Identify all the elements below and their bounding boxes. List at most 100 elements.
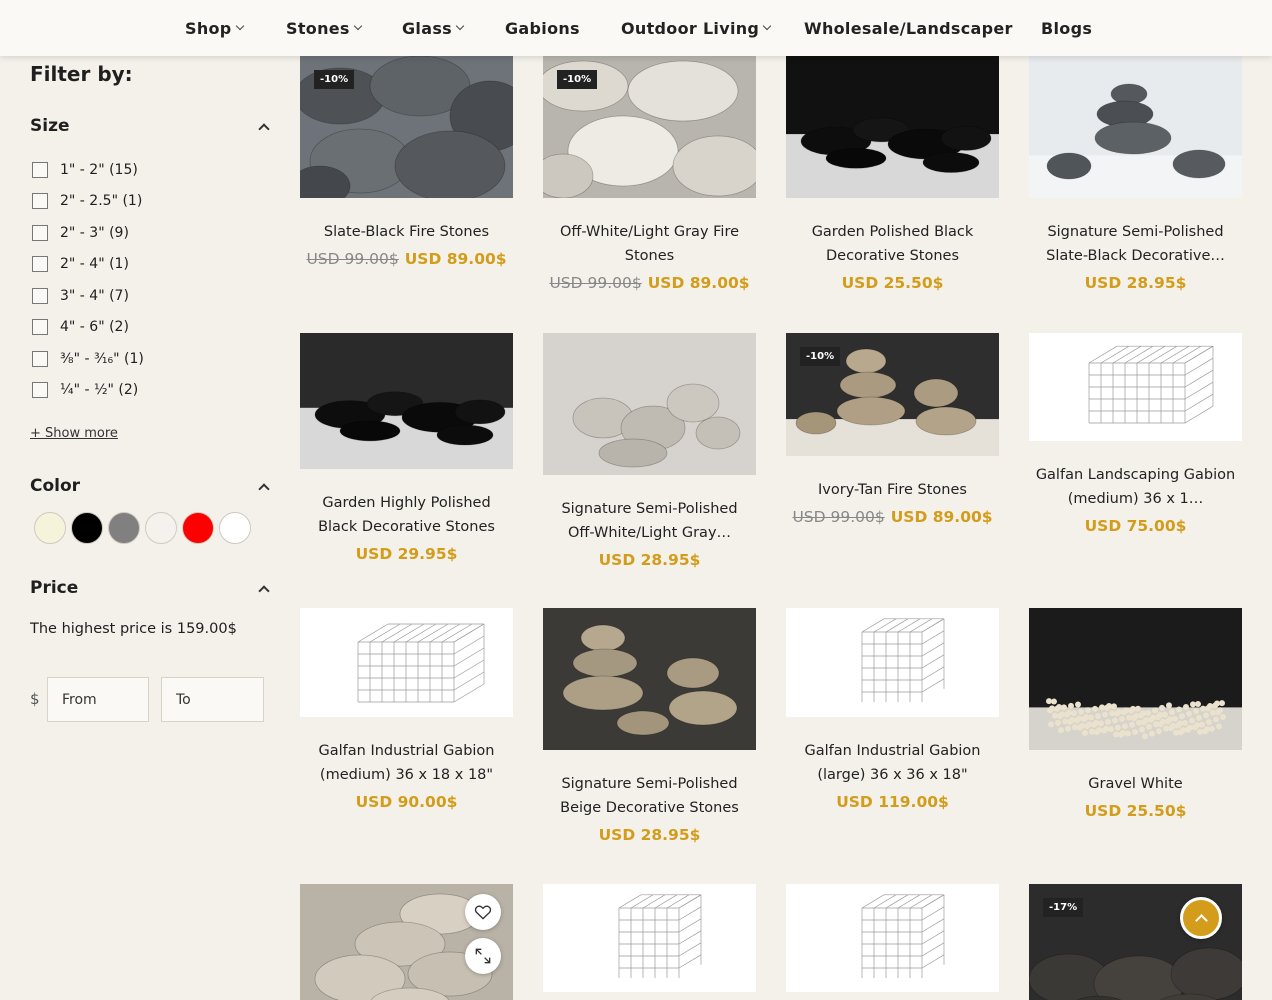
product-image[interactable] — [786, 884, 999, 992]
product-card[interactable]: Galfan Landscaping Gabion (medium) 36 x … — [1029, 333, 1242, 535]
discount-badge: -10% — [800, 347, 841, 366]
product-title[interactable]: Garden Polished Black Decorative Stones — [786, 220, 999, 268]
product-image[interactable] — [543, 608, 756, 750]
product-card[interactable]: -10% Slate-Black Fire Stones USD 99.00$ USD… — [300, 56, 513, 268]
product-title[interactable]: Galfan Industrial Gabion (large) 36 x 36… — [786, 739, 999, 787]
product-image[interactable]: -10% — [543, 56, 756, 198]
product-photo — [1029, 608, 1242, 750]
quick-view-button[interactable] — [465, 938, 501, 974]
size-option[interactable]: ⅜" - ³⁄₁₆" (1) — [30, 343, 144, 375]
product-title[interactable]: Ivory-Tan Fire Stones — [786, 478, 999, 502]
size-checkbox[interactable] — [32, 193, 48, 210]
size-checkbox[interactable] — [32, 350, 48, 367]
product-image[interactable] — [300, 608, 513, 717]
product-image[interactable]: -10% — [786, 333, 999, 456]
product-photo — [543, 333, 756, 475]
price-from-input[interactable] — [47, 677, 149, 722]
product-image[interactable] — [1029, 608, 1242, 750]
product-image[interactable] — [786, 56, 999, 198]
size-option[interactable]: 2" - 3" (9) — [30, 217, 144, 249]
nav-item-outdoor-living[interactable]: Outdoor Living — [621, 0, 772, 56]
product-title[interactable]: Slate-Black Fire Stones — [300, 220, 513, 244]
color-swatch[interactable] — [108, 512, 140, 544]
sale-price: USD 89.00$ — [404, 250, 507, 268]
show-more-link[interactable]: + Show more — [30, 426, 118, 441]
nav-item-glass[interactable]: Glass — [402, 0, 465, 56]
product-title[interactable]: Signature Semi-Polished Beige Decorative… — [543, 772, 756, 820]
nav-item-stones[interactable]: Stones — [286, 0, 362, 56]
sale-price: USD 90.00$ — [355, 793, 458, 811]
product-card[interactable] — [543, 884, 756, 992]
price-to-input[interactable] — [161, 677, 264, 722]
color-swatch[interactable] — [145, 512, 177, 544]
product-price: USD 90.00$ — [300, 793, 513, 811]
product-title[interactable]: Gravel White — [1029, 772, 1242, 796]
product-card[interactable]: Garden Highly Polished Black Decorative … — [300, 333, 513, 563]
color-filter-header[interactable]: Color — [30, 474, 272, 498]
product-card[interactable]: Galfan Industrial Gabion (medium) 36 x 1… — [300, 608, 513, 811]
size-checkbox[interactable] — [32, 319, 48, 336]
size-checkbox[interactable] — [32, 382, 48, 399]
product-image[interactable] — [300, 333, 513, 469]
product-title[interactable]: Galfan Industrial Gabion (medium) 36 x 1… — [300, 739, 513, 787]
product-title[interactable]: Galfan Landscaping Gabion (medium) 36 x … — [1029, 463, 1242, 511]
sale-price: USD 25.50$ — [841, 274, 944, 292]
product-image[interactable] — [1029, 333, 1242, 441]
product-card[interactable]: Gravel White USD 25.50$ — [1029, 608, 1242, 820]
product-price: USD 99.00$ USD 89.00$ — [300, 250, 513, 268]
color-swatch[interactable] — [182, 512, 214, 544]
product-card[interactable]: Galfan Industrial Gabion (large) 36 x 36… — [786, 608, 999, 811]
size-option[interactable]: 2" - 4" (1) — [30, 249, 144, 281]
product-card[interactable]: Signature Semi-Polished Off-White/Light … — [543, 333, 756, 569]
size-option[interactable]: 4" - 6" (2) — [30, 312, 144, 344]
nav-item-gabions[interactable]: Gabions — [505, 0, 580, 56]
price-filter-header[interactable]: Price — [30, 576, 272, 600]
back-to-top-button[interactable] — [1180, 897, 1222, 939]
color-swatch[interactable] — [71, 512, 103, 544]
nav-item-blogs[interactable]: Blogs — [1041, 0, 1092, 56]
nav-label: Wholesale/Landscaper — [804, 18, 1013, 38]
size-option[interactable]: ¼" - ½" (2) — [30, 375, 144, 407]
sale-price: USD 28.95$ — [598, 826, 701, 844]
sale-price: USD 89.00$ — [890, 508, 993, 526]
original-price: USD 99.00$ — [306, 250, 399, 268]
product-card[interactable]: Signature Semi-Polished Beige Decorative… — [543, 608, 756, 844]
product-card[interactable]: -10% Off-White/Light Gray Fire Stones USD … — [543, 56, 756, 292]
product-price: USD 29.95$ — [300, 545, 513, 563]
product-title[interactable]: Signature Semi-Polished Off-White/Light … — [543, 497, 756, 545]
product-card[interactable]: Signature Semi-Polished Slate-Black Deco… — [1029, 56, 1242, 292]
product-card[interactable]: Garden Polished Black Decorative Stones U… — [786, 56, 999, 292]
nav-label: Stones — [286, 18, 350, 38]
product-title[interactable]: Garden Highly Polished Black Decorative … — [300, 491, 513, 539]
size-option-label: 2" - 3" (9) — [60, 224, 129, 241]
size-option[interactable]: 3" - 4" (7) — [30, 280, 144, 312]
product-image[interactable] — [1029, 56, 1242, 198]
nav-item-shop[interactable]: Shop — [185, 0, 244, 56]
product-price: USD 25.50$ — [1029, 802, 1242, 820]
product-title[interactable]: Signature Semi-Polished Slate-Black Deco… — [1029, 220, 1242, 268]
nav-label: Blogs — [1041, 18, 1093, 38]
color-swatch[interactable] — [219, 512, 251, 544]
size-checkbox[interactable] — [32, 161, 48, 178]
product-card[interactable]: -10% Ivory-Tan Fire Stones USD 99.00$ USD 8… — [786, 333, 999, 526]
product-card[interactable] — [786, 884, 999, 992]
size-checkbox[interactable] — [32, 224, 48, 241]
product-image[interactable] — [543, 884, 756, 992]
size-checkbox[interactable] — [32, 256, 48, 273]
size-filter-header[interactable]: Size — [30, 114, 272, 138]
color-swatch[interactable] — [34, 512, 66, 544]
size-option[interactable]: 2" - 2.5" (1) — [30, 186, 144, 218]
product-image[interactable]: -10% — [300, 56, 513, 198]
wishlist-button[interactable] — [465, 894, 501, 930]
size-option[interactable]: 1" - 2" (15) — [30, 154, 144, 186]
nav-item-wholesale-landscaper[interactable]: Wholesale/Landscaper — [804, 0, 1013, 56]
product-photo — [543, 608, 756, 750]
nav-label: Glass — [402, 18, 452, 38]
product-title[interactable]: Off-White/Light Gray Fire Stones — [543, 220, 756, 268]
product-image[interactable] — [543, 333, 756, 475]
product-image[interactable] — [786, 608, 999, 717]
original-price: USD 99.00$ — [792, 508, 885, 526]
product-price: USD 25.50$ — [786, 274, 999, 292]
product-price: USD 119.00$ — [786, 793, 999, 811]
size-checkbox[interactable] — [32, 287, 48, 304]
